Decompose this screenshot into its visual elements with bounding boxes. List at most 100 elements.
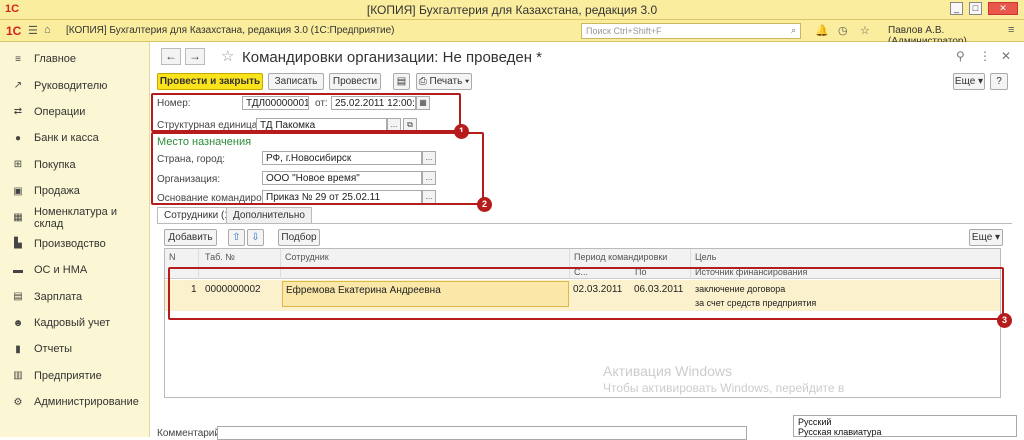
column-header-goal[interactable]: Цель — [695, 252, 716, 262]
column-header-employee[interactable]: Сотрудник — [285, 252, 329, 262]
forward-button[interactable]: → — [185, 48, 205, 65]
select-employees-button[interactable]: Подбор — [278, 229, 320, 246]
sidebar-item-reports[interactable]: ▮ Отчеты — [0, 336, 149, 362]
sidebar-item-label: Производство — [34, 237, 106, 250]
sidebar-item-nomenclature[interactable]: ▦ Номенклатура и склад — [0, 204, 149, 230]
sidebar-item-assets[interactable]: ▬ ОС и НМА — [0, 257, 149, 283]
settings-menu-icon[interactable]: ≡ — [1008, 24, 1014, 36]
sidebar-item-operations[interactable]: ⇄ Операции — [0, 99, 149, 125]
app-toolbar: 1С ☰ ⌂ [КОПИЯ] Бухгалтерия для Казахстан… — [0, 20, 1024, 47]
sidebar-item-label: ОС и НМА — [34, 264, 88, 277]
sidebar-item-production[interactable]: ▙ Производство — [0, 231, 149, 257]
column-header-n[interactable]: N — [169, 252, 176, 262]
gear-icon: ⚙ — [13, 396, 23, 408]
post-and-close-button[interactable]: Провести и закрыть — [157, 73, 263, 90]
sidebar-item-label: Продажа — [34, 185, 80, 198]
sidebar-item-label: Руководителю — [34, 79, 108, 92]
sidebar-item-label: Номенклатура и склад — [33, 205, 117, 230]
truck-icon: ▬ — [13, 264, 23, 276]
close-window-button[interactable]: ✕ — [988, 2, 1018, 15]
window-title: [КОПИЯ] Бухгалтерия для Казахстана, реда… — [366, 3, 658, 17]
building-icon: ▥ — [13, 370, 23, 382]
favorite-star-icon[interactable]: ☆ — [221, 47, 234, 65]
sidebar-item-hr[interactable]: ☻ Кадровый учет — [0, 310, 149, 336]
tabs-divider — [157, 223, 1012, 224]
menu-icon: ≡ — [15, 53, 21, 65]
more-actions-icon[interactable]: ⋮ — [979, 49, 991, 63]
sidebar-item-label: Администрирование — [34, 396, 139, 409]
sidebar-item-bank[interactable]: ● Банк и касса — [0, 125, 149, 151]
grid-icon: ▦ — [13, 212, 23, 224]
back-button[interactable]: ← — [161, 48, 181, 65]
cart-icon: ⊞ — [13, 159, 23, 171]
bank-icon: ● — [14, 132, 22, 144]
sidebar-item-enterprise[interactable]: ▥ Предприятие — [0, 363, 149, 389]
tab-additional[interactable]: Дополнительно — [226, 207, 312, 223]
move-up-icon[interactable]: ⇧ — [228, 229, 245, 246]
app-name: [КОПИЯ] Бухгалтерия для Казахстана, реда… — [66, 25, 395, 36]
window-titlebar: 1С [КОПИЯ] Бухгалтерия для Казахстана, р… — [0, 0, 1024, 20]
annotation-box-3 — [168, 267, 1004, 320]
annotation-box-1 — [151, 93, 461, 132]
annotation-marker-2: 2 — [477, 197, 492, 212]
comment-label: Комментарий: — [157, 428, 223, 439]
people-icon: ☻ — [12, 317, 24, 329]
chart-icon: ↗ — [13, 80, 23, 92]
sidebar-item-admin[interactable]: ⚙ Администрирование — [0, 389, 149, 415]
windows-activation-watermark: Активация Windows — [603, 363, 733, 379]
language-popup: Русский Русская клавиатура — [793, 415, 1017, 437]
sidebar: ≡ Главное ↗ Руководителю ⇄ Операции ● Банк и… — [0, 42, 150, 437]
more-button[interactable]: Еще ▾ — [953, 73, 985, 90]
move-down-icon[interactable]: ⇩ — [247, 229, 264, 246]
minimize-button[interactable]: _ — [950, 2, 963, 15]
global-search-input[interactable]: Поиск Ctrl+Shift+F ⌕ — [581, 23, 801, 39]
link-icon[interactable]: ⚲ — [956, 49, 965, 63]
search-icon[interactable]: ⌕ — [791, 25, 796, 36]
sidebar-item-main[interactable]: ≡ Главное — [0, 46, 149, 72]
menu-icon[interactable]: ☰ — [28, 24, 38, 37]
favorites-star-icon[interactable]: ☆ — [860, 24, 870, 37]
history-icon[interactable]: ◷ — [838, 24, 848, 37]
home-icon[interactable]: ⌂ — [44, 24, 51, 36]
sidebar-item-purchase[interactable]: ⊞ Покупка — [0, 152, 149, 178]
column-header-period[interactable]: Период командировки — [574, 252, 667, 262]
search-placeholder: Поиск Ctrl+Shift+F — [586, 26, 662, 36]
printer-icon: ⎙ — [418, 76, 430, 87]
print-label: Печать — [429, 76, 463, 87]
salary-icon: ▤ — [13, 291, 23, 303]
add-row-button[interactable]: Добавить — [164, 229, 217, 246]
post-button[interactable]: Провести — [329, 73, 381, 90]
document-title: Командировки организации: Не проведен * — [242, 49, 542, 66]
keyboard-layout: Русская клавиатура — [798, 427, 882, 437]
maximize-button[interactable]: □ — [969, 2, 982, 15]
sidebar-item-label: Банк и касса — [34, 132, 99, 145]
document-form: ← → ☆ Командировки организации: Не прове… — [151, 42, 1024, 440]
bag-icon: ▣ — [13, 185, 23, 197]
annotation-box-2 — [151, 132, 484, 205]
close-icon[interactable]: ✕ — [1001, 49, 1011, 63]
sidebar-item-sales[interactable]: ▣ Продажа — [0, 178, 149, 204]
save-button[interactable]: Записать — [268, 73, 324, 90]
comment-field[interactable] — [217, 426, 747, 440]
language-name: Русский — [798, 417, 832, 427]
sidebar-item-label: Операции — [34, 105, 86, 118]
report-structure-icon[interactable]: ▤ — [393, 73, 410, 90]
help-button[interactable]: ? — [990, 73, 1008, 90]
column-header-tabno[interactable]: Таб. № — [205, 252, 235, 262]
operations-icon: ⇄ — [13, 106, 23, 118]
factory-icon: ▙ — [14, 238, 22, 250]
reports-icon: ▮ — [15, 343, 21, 355]
table-more-button[interactable]: Еще ▾ — [969, 229, 1003, 246]
sidebar-item-label: Отчеты — [34, 343, 73, 356]
annotation-marker-3: 3 — [997, 313, 1012, 328]
sidebar-item-label: Покупка — [34, 158, 76, 171]
sidebar-item-label: Кадровый учет — [34, 317, 111, 330]
sidebar-item-label: Предприятие — [34, 369, 102, 382]
sidebar-item-salary[interactable]: ▤ Зарплата — [0, 284, 149, 310]
sidebar-item-label: Главное — [34, 53, 77, 66]
sidebar-item-director[interactable]: ↗ Руководителю — [0, 72, 149, 98]
more-label: Еще — [954, 76, 976, 87]
print-button[interactable]: ⎙ Печать ▾ — [416, 73, 472, 90]
windows-activation-hint: Чтобы активировать Windows, перейдите в — [603, 381, 845, 395]
bell-icon[interactable]: 🔔 — [815, 24, 829, 37]
